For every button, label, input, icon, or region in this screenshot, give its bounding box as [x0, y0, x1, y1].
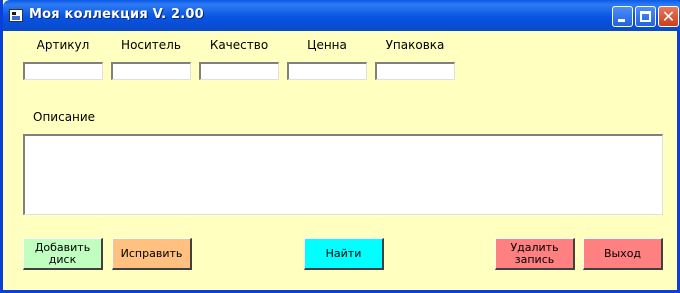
- price-field[interactable]: [287, 62, 367, 80]
- label-packaging: Упаковка: [385, 38, 445, 52]
- maximize-button[interactable]: [635, 6, 656, 27]
- minimize-icon: [618, 19, 625, 22]
- label-price: Ценна: [307, 38, 347, 52]
- edit-button[interactable]: Исправить: [112, 238, 192, 270]
- quality-field[interactable]: [199, 62, 279, 80]
- label-description: Описание: [33, 110, 96, 124]
- close-button[interactable]: ✕: [658, 6, 679, 27]
- find-button[interactable]: Найти: [304, 238, 384, 270]
- label-article: Артикул: [36, 38, 90, 52]
- media-field[interactable]: [111, 62, 191, 80]
- article-field[interactable]: [23, 62, 103, 80]
- app-icon[interactable]: [9, 9, 23, 22]
- maximize-icon: [640, 11, 651, 22]
- minimize-button[interactable]: [612, 6, 633, 27]
- title-bar[interactable]: Моя коллекция V. 2.00 ✕: [3, 0, 680, 31]
- add-disc-button[interactable]: Добавить диск: [23, 238, 103, 270]
- description-field[interactable]: [23, 134, 663, 215]
- delete-record-button[interactable]: Удалить запись: [495, 238, 575, 270]
- packaging-field[interactable]: [375, 62, 455, 80]
- label-media: Носитель: [121, 38, 181, 52]
- exit-button[interactable]: Выход: [583, 238, 663, 270]
- main-window: Моя коллекция V. 2.00 ✕ Артикул Носитель…: [0, 0, 680, 293]
- window-title: Моя коллекция V. 2.00: [29, 7, 204, 22]
- close-icon: ✕: [661, 7, 676, 26]
- label-quality: Качество: [209, 38, 269, 52]
